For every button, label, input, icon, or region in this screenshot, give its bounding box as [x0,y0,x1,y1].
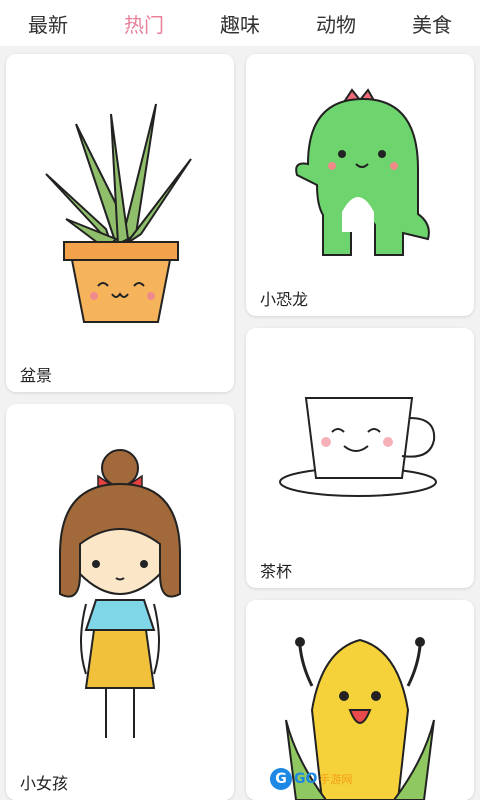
tab-animals[interactable]: 动物 [316,9,356,38]
card-title: 盆景 [20,366,53,385]
card-title: 茶杯 [260,562,293,581]
tab-popular[interactable]: 热门 [124,9,164,38]
potted-plant-icon [45,103,192,323]
watermark-text: GO [294,771,318,787]
site-watermark: G GO 手游网 [270,764,370,794]
drawing-card-potted-plant[interactable]: 盆景 [6,54,234,392]
category-tab-bar: 最新 热门 趣味 动物 美食 [0,0,480,46]
drawing-card-dinosaur[interactable]: 小恐龙 [246,54,474,316]
tab-food[interactable]: 美食 [412,9,452,38]
drawing-card-teacup[interactable]: 茶杯 [246,328,474,588]
little-girl-icon [59,449,181,738]
dinosaur-icon [295,88,430,256]
watermark-subtext: 手游网 [319,773,353,786]
card-title: 小女孩 [20,774,69,793]
teacup-icon [279,397,437,497]
drawing-card-little-girl[interactable]: 小女孩 [6,404,234,800]
card-title: 小恐龙 [260,290,309,309]
watermark-logo-icon: G [270,768,292,790]
tab-latest[interactable]: 最新 [28,9,68,38]
tab-fun[interactable]: 趣味 [220,9,260,38]
